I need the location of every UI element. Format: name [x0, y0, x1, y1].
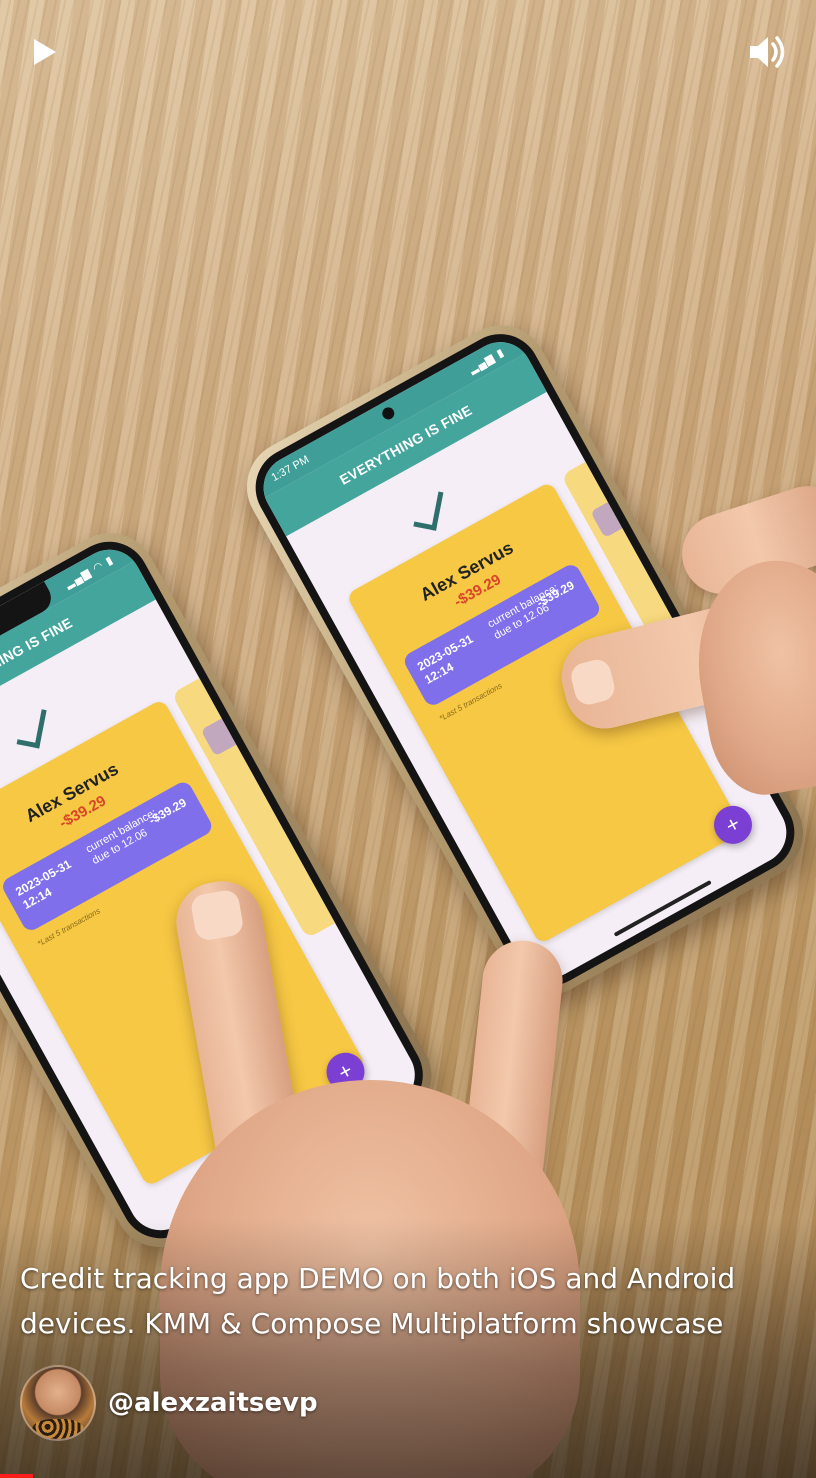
play-icon	[34, 39, 56, 65]
fingernail	[189, 888, 245, 942]
transaction-date: 2023-05-31 12:14	[13, 856, 74, 913]
volume-icon	[750, 36, 785, 68]
checkmark-icon	[16, 705, 47, 749]
transaction-amount: -$39.29	[146, 795, 189, 828]
checkmark-icon	[413, 488, 444, 531]
volume-button[interactable]	[746, 32, 788, 72]
video-frame[interactable]: 1:37 PM ▂▄▆ ▮ EVERYTHING IS FINE Alex Se…	[0, 0, 816, 1478]
fingernail	[568, 656, 618, 708]
video-caption: Credit tracking app DEMO on both iOS and…	[20, 1262, 736, 1340]
channel-handle[interactable]: @alexzaitsevp	[108, 1388, 318, 1418]
video-progress-bar[interactable]	[0, 1474, 33, 1478]
channel-info[interactable]: @alexzaitsevp	[20, 1365, 318, 1441]
play-button[interactable]	[34, 36, 62, 68]
transaction-date: 2023-05-31 12:14	[414, 631, 476, 687]
channel-avatar[interactable]	[20, 1365, 96, 1441]
